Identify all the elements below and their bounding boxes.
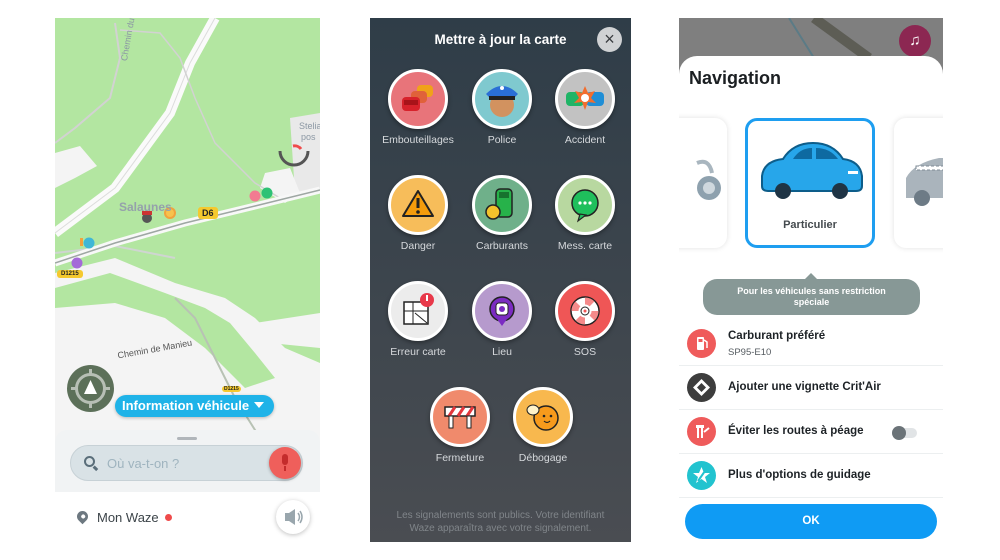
- sound-button[interactable]: [276, 500, 310, 534]
- option-avoid-tolls[interactable]: Éviter les routes à péage: [679, 410, 943, 454]
- sos-icon: [555, 281, 615, 341]
- taxi-icon: [906, 158, 943, 206]
- vehicle-card-motorcycle[interactable]: [679, 118, 727, 248]
- report-item-police[interactable]: Police: [459, 69, 545, 146]
- road-badge: D1215: [57, 270, 83, 278]
- car-icon: [761, 141, 863, 199]
- accident-icon: [555, 69, 615, 129]
- report-item-fuel[interactable]: Carburants: [459, 175, 545, 252]
- report-label: Accident: [564, 134, 606, 146]
- map-chat-icon: [555, 175, 615, 235]
- my-waze-button[interactable]: Mon Waze: [97, 510, 172, 525]
- map-screen: Chemin du Salaunes Chemin de Manieu Stel…: [55, 18, 320, 545]
- navigation-screen: ♫ Navigation Particulier Pour les véhicu…: [679, 18, 943, 545]
- search-icon: [84, 456, 95, 467]
- report-disclaimer: Les signalements sont publics. Votre ide…: [370, 509, 631, 535]
- report-item-closure[interactable]: Fermeture: [417, 387, 503, 464]
- town-label: Salaunes: [119, 200, 172, 214]
- poi-label: Stelia: [299, 121, 320, 131]
- report-item-traffic[interactable]: Embouteillages: [375, 69, 461, 146]
- report-label: Lieu: [492, 346, 512, 358]
- search-sheet: Où va-t-on ?: [55, 430, 320, 492]
- tooltip-line: spéciale: [793, 297, 830, 307]
- motorcycle-icon: [696, 159, 721, 200]
- report-label: Erreur carte: [390, 346, 446, 358]
- traffic-jam-icon: [388, 69, 448, 129]
- disclaimer-line: Les signalements sont publics. Votre ide…: [396, 510, 605, 521]
- police-icon: [472, 69, 532, 129]
- search-input[interactable]: Où va-t-on ?: [107, 456, 179, 471]
- road-closure-icon: [430, 387, 490, 447]
- report-item-sos[interactable]: SOS: [542, 281, 628, 358]
- report-label: SOS: [573, 346, 597, 358]
- option-more-guidance[interactable]: Plus d'options de guidage: [679, 454, 943, 498]
- report-label: Mess. carte: [557, 240, 613, 252]
- speaker-icon: [285, 509, 303, 525]
- toll-icon: [687, 417, 716, 446]
- notification-dot: [164, 514, 172, 521]
- disclaimer-line: Waze apparaîtra avec votre signalement.: [409, 523, 592, 534]
- tooltip-line: Pour les véhicules sans restriction: [737, 286, 886, 296]
- report-item-map-error[interactable]: Erreur carte: [375, 281, 461, 358]
- vehicle-info-button[interactable]: Information véhicule: [115, 395, 275, 417]
- music-note-icon: ♫: [909, 32, 921, 49]
- option-critair[interactable]: Ajouter une vignette Crit'Air: [679, 366, 943, 410]
- report-label: Embouteillages: [382, 134, 454, 146]
- report-label: Carburants: [476, 240, 528, 252]
- vehicle-name: Particulier: [783, 219, 837, 231]
- option-title: Plus d'options de guidage: [728, 469, 871, 481]
- option-subtitle: SP95-E10: [728, 347, 772, 358]
- ok-button[interactable]: OK: [685, 504, 937, 539]
- report-title: Mettre à jour la carte: [434, 32, 567, 47]
- road-badge: D6: [198, 207, 218, 219]
- road-badge: D1215: [222, 386, 241, 392]
- option-title: Carburant préféré: [728, 330, 826, 342]
- navigation-sheet: Navigation Particulier Pour les véhicule…: [679, 56, 943, 545]
- compass-icon: [71, 369, 110, 408]
- location-pin-icon: [74, 508, 91, 525]
- close-icon: ×: [604, 29, 615, 49]
- option-preferred-fuel[interactable]: Carburant préféré SP95-E10: [679, 322, 943, 366]
- report-label: Police: [487, 134, 517, 146]
- avoid-tolls-toggle[interactable]: [892, 426, 917, 440]
- report-item-debug[interactable]: Débogage: [500, 387, 586, 464]
- report-label: Débogage: [518, 452, 568, 464]
- option-title: Éviter les routes à péage: [728, 425, 864, 437]
- fuel-pump-icon: [687, 329, 716, 358]
- vehicle-card-private[interactable]: Particulier: [745, 118, 875, 248]
- bottom-bar: Mon Waze: [55, 492, 320, 545]
- navigation-title: Navigation: [689, 68, 782, 88]
- my-waze-label: Mon Waze: [97, 510, 159, 525]
- report-label: Fermeture: [435, 452, 485, 464]
- report-item-map-chat[interactable]: Mess. carte: [542, 175, 628, 252]
- vehicle-card-taxi[interactable]: [894, 118, 943, 248]
- report-item-accident[interactable]: Accident: [542, 69, 628, 146]
- report-item-danger[interactable]: Danger: [375, 175, 461, 252]
- caret-down-icon: [254, 402, 265, 408]
- vehicle-info-label: Information véhicule: [122, 398, 250, 413]
- recenter-button[interactable]: [67, 365, 114, 412]
- fuel-icon: [472, 175, 532, 235]
- music-button[interactable]: ♫: [899, 25, 931, 57]
- place-icon: [472, 281, 532, 341]
- poi-label: pos: [301, 132, 316, 142]
- report-label: Danger: [400, 240, 436, 252]
- search-bar[interactable]: Où va-t-on ?: [70, 445, 303, 481]
- map-error-icon: [388, 281, 448, 341]
- report-item-place[interactable]: Lieu: [459, 281, 545, 358]
- report-screen: Mettre à jour la carte × Embouteillages …: [370, 18, 631, 542]
- guidance-icon: [687, 461, 716, 490]
- hazard-icon: [388, 175, 448, 235]
- close-button[interactable]: ×: [597, 27, 622, 52]
- debug-icon: [513, 387, 573, 447]
- microphone-button[interactable]: [269, 447, 301, 479]
- drag-handle[interactable]: [177, 437, 197, 440]
- option-title: Ajouter une vignette Crit'Air: [728, 381, 881, 393]
- critair-icon: [687, 373, 716, 402]
- vehicle-tooltip: Pour les véhicules sans restriction spéc…: [703, 273, 920, 315]
